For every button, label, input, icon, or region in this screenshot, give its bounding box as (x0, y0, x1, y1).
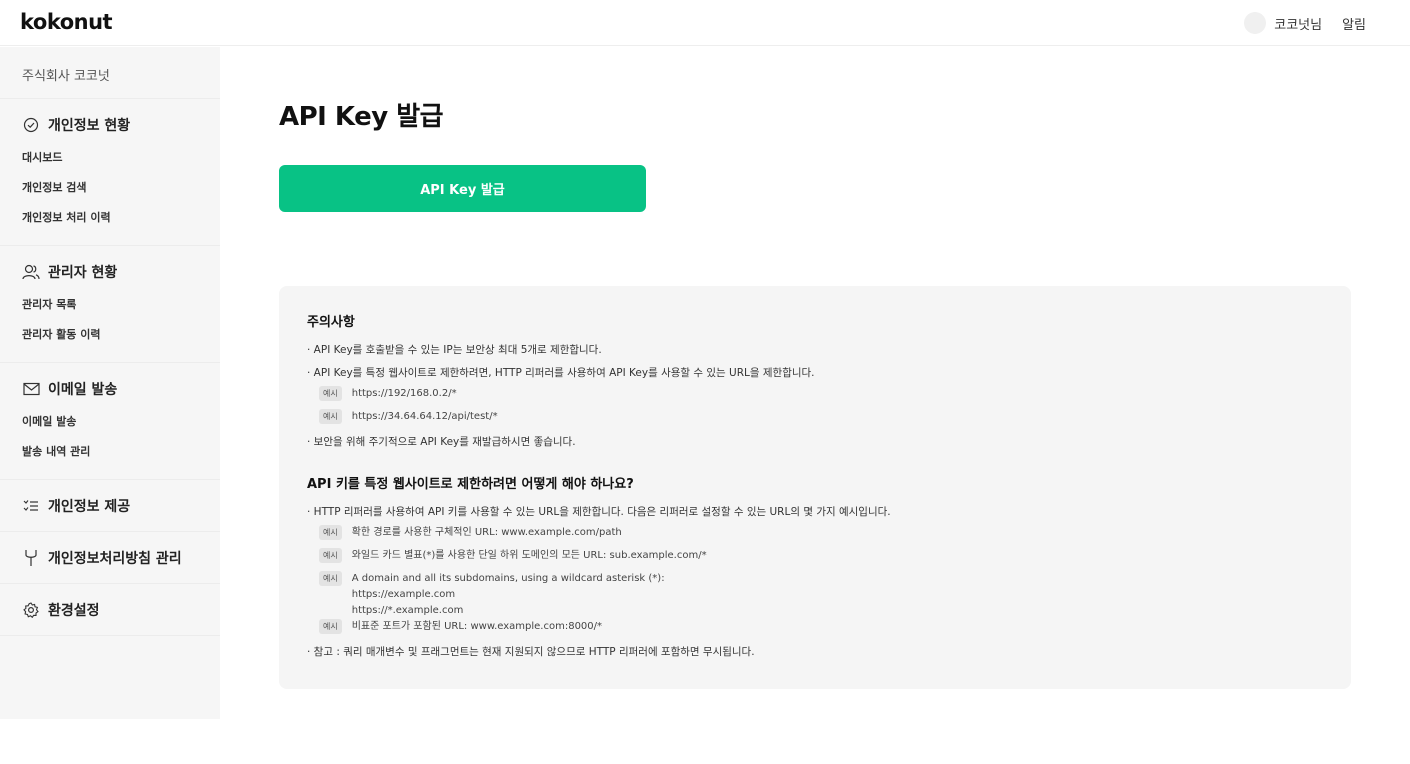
sidebar-section-email: 이메일 발송 이메일 발송 발송 내역 관리 (0, 363, 220, 480)
sidebar-item-privacy-history[interactable]: 개인정보 처리 이력 (0, 203, 220, 233)
example-item: 예시 와일드 카드 별표(*)를 사용한 단일 하위 도메인의 모든 URL: … (307, 548, 1323, 571)
user-area: 코코넛님 알림 (1244, 12, 1366, 34)
sidebar-section-policy: 개인정보처리방침 관리 (0, 532, 220, 584)
notice-line: · HTTP 리퍼러를 사용하여 API 키를 사용할 수 있는 URL을 제한… (307, 506, 891, 518)
example-tag: 예시 (319, 619, 342, 634)
sidebar-section-label: 개인정보 제공 (48, 498, 131, 515)
example-tag: 예시 (319, 525, 342, 540)
sidebar-item-admin-status[interactable]: 관리자 현황 (0, 258, 220, 286)
page-title: API Key 발급 (279, 102, 444, 132)
sidebar-section-privacy-status: 개인정보 현황 대시보드 개인정보 검색 개인정보 처리 이력 (0, 99, 220, 246)
notice-line: · API Key를 특정 웹사이트로 제한하려면, HTTP 리퍼러를 사용하… (307, 367, 815, 379)
sidebar-section-label: 환경설정 (48, 602, 100, 619)
example-tag: 예시 (319, 409, 342, 424)
sidebar-item-policy[interactable]: 개인정보처리방침 관리 (0, 544, 182, 572)
sidebar-item-admin-activity[interactable]: 관리자 활동 이력 (0, 320, 220, 350)
example-text: https://example.com (351, 589, 456, 600)
sidebar-item-privacy-provide[interactable]: 개인정보 제공 (0, 492, 130, 520)
notice-line: · 보안을 위해 주기적으로 API Key를 재발급하시면 좋습니다. (307, 436, 576, 448)
example-tag: 예시 (319, 548, 342, 563)
logo[interactable]: kokonut (20, 10, 113, 34)
alarm-link[interactable]: 알림 (1342, 14, 1366, 33)
sidebar: 주식회사 코코넛 개인정보 현황 대시보드 개인정보 검색 개인정보 처리 이력… (0, 47, 220, 719)
example-text: A domain and all its subdomains, using a… (351, 573, 665, 584)
sidebar-section-label: 개인정보 현황 (48, 118, 131, 134)
example-text: https://34.64.64.12/api/test/* (351, 411, 498, 422)
example-tag: 예시 (319, 386, 342, 401)
example-text: 확한 경로를 사용한 구체적인 URL: www.example.com/pat… (351, 527, 622, 538)
example-item: 예시 https://34.64.64.12/api/test/* (307, 409, 1323, 432)
sidebar-section-privacy-provide: 개인정보 제공 (0, 480, 220, 532)
gear-icon (22, 601, 40, 619)
list-icon (22, 497, 40, 515)
example-text: 비표준 포트가 포함된 URL: www.example.com:8000/* (351, 621, 603, 632)
notice-box: 주의사항 · API Key를 호출받을 수 있는 IP는 보안상 최대 5개로… (279, 286, 1351, 689)
avatar[interactable] (1244, 12, 1267, 34)
example-item: 예시 A domain and all its subdomains, usin… (307, 571, 1323, 619)
faq-heading: API 키를 특정 웹사이트로 제한하려면 어떻게 해야 하나요? (307, 477, 634, 492)
sidebar-item-settings[interactable]: 환경설정 (0, 596, 100, 624)
users-icon (22, 263, 40, 281)
sidebar-item-privacy-status[interactable]: 개인정보 현황 (0, 111, 220, 139)
example-item: 예시 https://192/168.0.2/* (307, 386, 1323, 409)
example-multi: A domain and all its subdomains, using a… (352, 571, 665, 619)
example-item: 예시 확한 경로를 사용한 구체적인 URL: www.example.com/… (307, 525, 1323, 548)
sidebar-item-send-history[interactable]: 발송 내역 관리 (0, 437, 220, 467)
notice-line: · API Key를 호출받을 수 있는 IP는 보안상 최대 5개로 제한합니… (307, 344, 602, 356)
sidebar-section-label: 관리자 현황 (48, 265, 118, 281)
sidebar-item-admin-list[interactable]: 관리자 목록 (0, 290, 220, 320)
sidebar-section-label: 이메일 발송 (48, 382, 118, 398)
sidebar-item-dashboard[interactable]: 대시보드 (0, 143, 220, 173)
user-name[interactable]: 코코넛님 (1274, 14, 1322, 33)
sidebar-section-settings: 환경설정 (0, 584, 220, 636)
mail-icon (22, 380, 40, 398)
notice-heading: 주의사항 (307, 315, 355, 330)
example-tag: 예시 (319, 571, 342, 586)
tool-icon (22, 549, 40, 567)
sidebar-section-label: 개인정보처리방침 관리 (48, 550, 182, 567)
sidebar-section-admin-status: 관리자 현황 관리자 목록 관리자 활동 이력 (0, 246, 220, 363)
top-bar: kokonut 코코넛님 알림 (0, 0, 1410, 46)
company-name: 주식회사 코코넛 (0, 47, 220, 99)
issue-api-key-button[interactable]: API Key 발급 (279, 165, 646, 212)
sidebar-item-email[interactable]: 이메일 발송 (0, 375, 220, 403)
example-text: https://192/168.0.2/* (351, 388, 457, 399)
example-text: 와일드 카드 별표(*)를 사용한 단일 하위 도메인의 모든 URL: sub… (351, 550, 707, 561)
example-text: https://*.example.com (351, 605, 464, 616)
notice-note: · 참고 : 쿼리 매개변수 및 프래그먼트는 현재 지원되지 않으므로 HTT… (307, 646, 755, 658)
sidebar-item-privacy-search[interactable]: 개인정보 검색 (0, 173, 220, 203)
sidebar-item-email-send[interactable]: 이메일 발송 (0, 407, 220, 437)
example-item: 예시 비표준 포트가 포함된 URL: www.example.com:8000… (307, 619, 1323, 642)
check-circle-icon (22, 116, 40, 134)
